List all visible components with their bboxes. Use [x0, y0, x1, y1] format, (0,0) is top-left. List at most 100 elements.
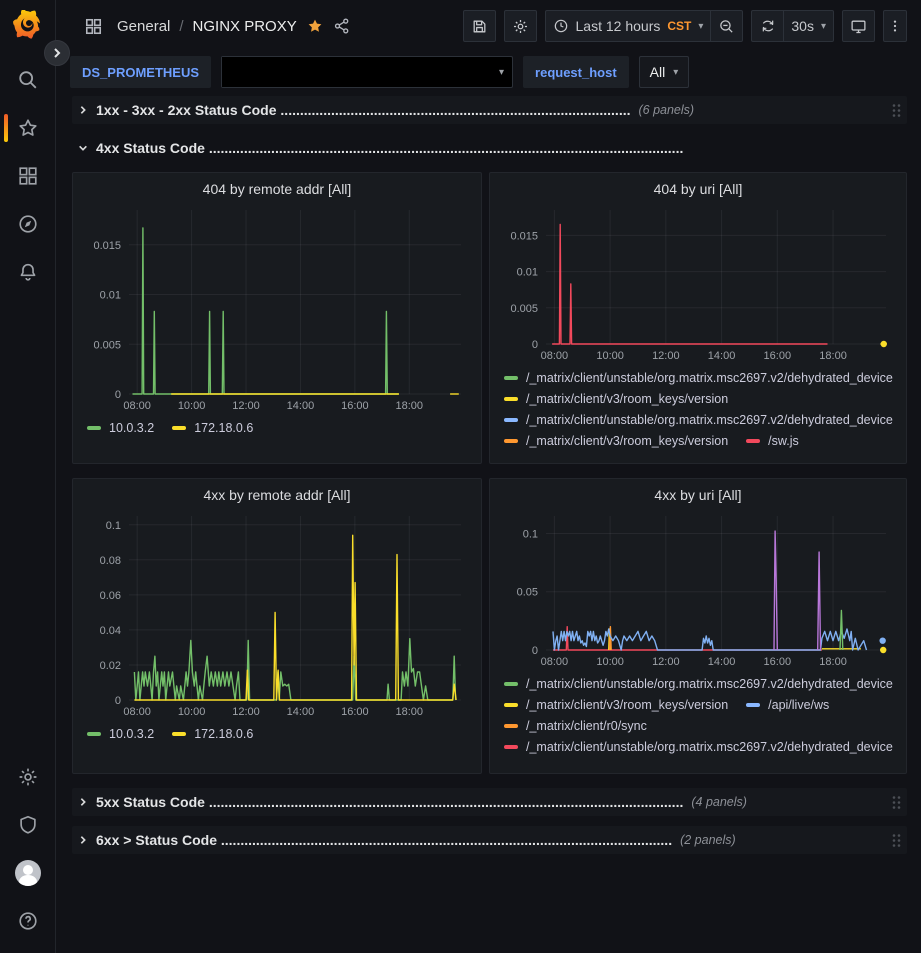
request-host-variable-label[interactable]: request_host: [523, 56, 629, 88]
panel-legend: /_matrix/client/unstable/org.matrix.msc2…: [500, 364, 896, 448]
legend-item[interactable]: 172.18.0.6: [172, 727, 253, 741]
legend-item[interactable]: 10.0.3.2: [87, 727, 154, 741]
legend-item[interactable]: /_matrix/client/v3/room_keys/version: [504, 698, 728, 712]
sidebar-item-help[interactable]: [0, 899, 56, 943]
cycle-view-mode-button[interactable]: [842, 10, 875, 42]
sidebar-expand-button[interactable]: [44, 40, 70, 66]
legend-swatch: [172, 732, 186, 736]
svg-text:0.04: 0.04: [100, 625, 121, 637]
panel-grid-row-1: 404 by remote addr [All] 08:0010:0012:00…: [72, 172, 907, 464]
row-panel-count: (4 panels): [691, 795, 747, 809]
legend-item[interactable]: /api/live/ws: [746, 698, 829, 712]
save-icon: [471, 18, 488, 35]
refresh-interval-picker[interactable]: 30s ▾: [783, 10, 834, 42]
sidebar-item-starred[interactable]: [0, 106, 56, 150]
sidebar-item-dashboards[interactable]: [0, 154, 56, 198]
svg-text:16:00: 16:00: [341, 400, 369, 412]
legend-swatch: [746, 439, 760, 443]
more-options-button[interactable]: [883, 10, 907, 42]
svg-text:0.01: 0.01: [100, 290, 121, 302]
svg-text:14:00: 14:00: [287, 706, 315, 718]
refresh-button[interactable]: [751, 10, 783, 42]
clock-icon: [553, 18, 569, 34]
share-icon[interactable]: [333, 17, 351, 35]
svg-text:0.1: 0.1: [523, 528, 538, 540]
legend-item[interactable]: /_matrix/client/unstable/org.matrix.msc2…: [504, 413, 893, 427]
legend-item[interactable]: /sw.js: [746, 434, 799, 448]
svg-text:12:00: 12:00: [232, 706, 260, 718]
breadcrumb: General / NGINX PROXY: [117, 17, 351, 35]
svg-text:0.05: 0.05: [517, 587, 538, 599]
time-controls: Last 12 hours CST ▾: [545, 10, 744, 42]
legend-item[interactable]: 10.0.3.2: [87, 421, 154, 435]
row-4xx[interactable]: 4xx Status Code ........................…: [72, 134, 907, 162]
sidebar-item-configuration[interactable]: [0, 755, 56, 799]
row-drag-handle[interactable]: [891, 795, 901, 810]
svg-text:0: 0: [532, 645, 538, 657]
grafana-logo[interactable]: [13, 10, 43, 40]
row-panel-count: (2 panels): [680, 833, 736, 847]
save-dashboard-button[interactable]: [463, 10, 496, 42]
panel-title[interactable]: 4xx by remote addr [All]: [83, 484, 471, 508]
star-filled-icon[interactable]: [306, 17, 324, 35]
datasource-variable-select[interactable]: ▾: [221, 56, 513, 88]
breadcrumb-section[interactable]: General: [117, 18, 170, 35]
timeseries-chart[interactable]: 08:0010:0012:0014:0016:0018:0000.050.1: [500, 508, 896, 670]
request-host-variable-select[interactable]: All ▾: [639, 56, 690, 88]
legend-item[interactable]: /_matrix/client/unstable/org.matrix.msc2…: [504, 740, 893, 754]
datasource-variable-label[interactable]: DS_PROMETHEUS: [70, 56, 211, 88]
legend-item[interactable]: /_matrix/client/v3/room_keys/version: [504, 392, 728, 406]
sidebar-item-alerting[interactable]: [0, 250, 56, 294]
svg-text:18:00: 18:00: [396, 400, 424, 412]
zoom-out-icon: [718, 18, 735, 35]
chevron-down-icon: [78, 143, 88, 153]
row-5xx[interactable]: 5xx Status Code ........................…: [72, 788, 907, 816]
timezone-label: CST: [667, 19, 691, 33]
breadcrumb-separator: /: [179, 18, 183, 35]
legend-swatch: [504, 397, 518, 401]
timeseries-chart[interactable]: 08:0010:0012:0014:0016:0018:0000.020.040…: [83, 508, 471, 720]
sidebar-item-explore[interactable]: [0, 202, 56, 246]
zoom-out-time-button[interactable]: [710, 10, 743, 42]
legend-item[interactable]: /_matrix/client/unstable/org.matrix.msc2…: [504, 371, 893, 385]
legend-item[interactable]: /_matrix/client/r0/sync: [504, 719, 647, 733]
panel-404-by-uri: 404 by uri [All] 08:0010:0012:0014:0016:…: [489, 172, 907, 464]
svg-text:0.005: 0.005: [93, 339, 121, 351]
legend-label: /_matrix/client/unstable/org.matrix.msc2…: [526, 740, 893, 754]
panel-title[interactable]: 4xx by uri [All]: [500, 484, 896, 508]
timeseries-chart[interactable]: 08:0010:0012:0014:0016:0018:0000.0050.01…: [83, 202, 471, 414]
time-range-picker[interactable]: Last 12 hours CST ▾: [545, 10, 711, 42]
svg-text:0.01: 0.01: [517, 267, 538, 279]
row-drag-handle[interactable]: [891, 103, 901, 118]
svg-text:16:00: 16:00: [764, 350, 792, 362]
request-host-variable-value: All: [650, 64, 666, 80]
sidebar-item-search[interactable]: [0, 58, 56, 102]
legend-item[interactable]: /_matrix/client/v3/room_keys/version: [504, 434, 728, 448]
header-toolbar: Last 12 hours CST ▾ 30s ▾: [463, 10, 907, 42]
svg-text:0.1: 0.1: [106, 520, 121, 532]
panel-legend: 10.0.3.2 172.18.0.6: [83, 720, 471, 741]
legend-label: /_matrix/client/r0/sync: [526, 719, 647, 733]
datasource-variable-value-redacted: [222, 57, 491, 87]
dashboard-settings-button[interactable]: [504, 10, 537, 42]
row-drag-handle[interactable]: [891, 833, 901, 848]
svg-text:0: 0: [115, 389, 121, 401]
page-title[interactable]: NGINX PROXY: [193, 18, 297, 35]
panel-title[interactable]: 404 by remote addr [All]: [83, 178, 471, 202]
sidebar-item-server-admin[interactable]: [0, 803, 56, 847]
svg-text:08:00: 08:00: [123, 400, 151, 412]
row-1xx-3xx-2xx[interactable]: 1xx - 3xx - 2xx Status Code ............…: [72, 96, 907, 124]
legend-swatch: [172, 426, 186, 430]
sidebar-item-profile[interactable]: [0, 851, 56, 895]
row-6xx[interactable]: 6xx > Status Code ......................…: [72, 826, 907, 854]
legend-item[interactable]: /_matrix/client/unstable/org.matrix.msc2…: [504, 677, 893, 691]
legend-swatch: [504, 703, 518, 707]
timeseries-chart[interactable]: 08:0010:0012:0014:0016:0018:0000.0050.01…: [500, 202, 896, 364]
legend-swatch: [746, 703, 760, 707]
legend-item[interactable]: 172.18.0.6: [172, 421, 253, 435]
legend-label: 172.18.0.6: [194, 727, 253, 741]
svg-text:18:00: 18:00: [396, 706, 424, 718]
chevron-right-icon: [78, 835, 88, 845]
panel-title[interactable]: 404 by uri [All]: [500, 178, 896, 202]
svg-text:16:00: 16:00: [341, 706, 369, 718]
